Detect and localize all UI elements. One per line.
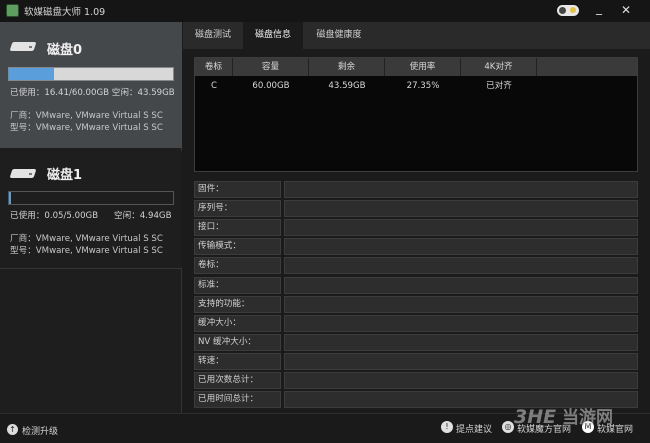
info-row: 支持的功能： [194,296,638,313]
info-label: 接口： [194,219,281,236]
partition-table: 卷标 容量 剩余 使用率 4K对齐 C 60.00GB 43.59GB 27.3… [194,57,638,172]
info-row: 转速： [194,353,638,370]
info-value [284,277,638,294]
info-value [284,353,638,370]
column-header[interactable]: 容量 [233,58,309,76]
hard-disk-icon [9,165,37,180]
info-value [284,181,638,198]
column-header[interactable]: 剩余 [309,58,385,76]
info-value [284,238,638,255]
theme-toggle[interactable] [557,5,579,16]
toggle-knob [559,7,566,14]
info-row: 固件： [194,181,638,198]
info-row: 已用次数总计： [194,372,638,389]
info-row: NV 缓冲大小： [194,334,638,351]
disk-usage-bar [8,67,174,81]
info-value [284,372,638,389]
table-row[interactable]: C 60.00GB 43.59GB 27.35% 已对齐 [195,78,637,94]
column-header[interactable]: 卷标 [195,58,233,76]
disk-sidebar: 磁盘0 已使用：16.41/60.00GB 空闲：43.59GB 厂商：VMwa… [0,22,182,413]
disk-item-1[interactable]: 磁盘1 已使用：0.05/5.00GB 空闲：4.94GB 厂商：VMware,… [0,151,182,269]
upload-arrow-icon[interactable]: ↑ [7,424,18,435]
info-row: 序列号： [194,200,638,217]
info-label: 已用次数总计： [194,372,281,389]
table-cell: 27.35% [406,81,440,91]
table-cell: 43.59GB [328,81,366,91]
minimize-button[interactable]: _ [592,2,606,17]
info-label: 转速： [194,353,281,370]
disk-model: 型号：VMware, VMware Virtual S SC [10,123,163,133]
disk-free-text: 空闲：4.94GB [114,211,172,221]
disk-usage-fill [9,68,54,80]
column-header[interactable]: 4K对齐 [461,58,537,76]
lightbulb-icon[interactable]: ! [441,421,453,433]
column-header[interactable]: 使用率 [385,58,461,76]
info-value [284,296,638,313]
app-logo-icon [6,4,19,17]
svg-text:当游网: 当游网 [562,407,613,428]
info-label: 卷标： [194,257,281,274]
app-title: 软媒磁盘大师 1.09 [24,7,106,18]
tab-bar: 磁盘测试 磁盘信息 磁盘健康度 [183,22,650,49]
disk-info-list: 固件： 序列号： 接口： 传输模式： 卷标： 标准： 支持的功能： 缓冲大小： NV 缓冲大小：… [194,181,638,409]
info-label: 序列号： [194,200,281,217]
info-label: 传输模式： [194,238,281,255]
info-value [284,334,638,351]
watermark-logo: 3HE 当游网 [514,406,613,428]
info-value [284,200,638,217]
svg-text:3HE: 3HE [514,406,556,428]
info-label: 支持的功能： [194,296,281,313]
disk-usage-text: 已使用：16.41/60.00GB 空闲：43.59GB [10,88,175,98]
disk-usage-text: 已使用：0.05/5.00GB [10,211,99,221]
disk-usage-bar [8,191,174,205]
disk-usage-fill [9,192,11,204]
table-header: 卷标 容量 剩余 使用率 4K对齐 [195,58,637,76]
info-label: 缓冲大小： [194,315,281,332]
tab-disk-info[interactable]: 磁盘信息 [243,22,303,49]
disk-item-0[interactable]: 磁盘0 已使用：16.41/60.00GB 空闲：43.59GB 厂商：VMwa… [0,22,182,148]
disk-vendor: 厂商：VMware, VMware Virtual S SC [10,234,163,244]
moon-icon [570,7,576,13]
check-update-link[interactable]: 检测升级 [22,424,58,437]
hard-disk-icon [9,38,37,53]
disk-vendor: 厂商：VMware, VMware Virtual S SC [10,111,163,121]
disk-model: 型号：VMware, VMware Virtual S SC [10,246,163,256]
disk-name: 磁盘0 [47,43,83,58]
info-label: 标准： [194,277,281,294]
tab-disk-health[interactable]: 磁盘健康度 [303,22,375,49]
table-cell: 已对齐 [486,81,512,91]
info-value [284,315,638,332]
info-label: 固件： [194,181,281,198]
tab-disk-test[interactable]: 磁盘测试 [183,22,243,49]
close-button[interactable]: ✕ [619,3,633,17]
info-label: NV 缓冲大小： [194,334,281,351]
table-cell: 60.00GB [252,81,290,91]
info-row: 传输模式： [194,238,638,255]
info-label: 已用时间总计： [194,391,281,408]
info-value [284,219,638,236]
disk-name: 磁盘1 [47,168,83,183]
info-value [284,257,638,274]
table-cell: C [210,81,217,91]
info-row: 缓冲大小： [194,315,638,332]
feedback-link[interactable]: 提点建议 [456,422,492,435]
info-row: 接口： [194,219,638,236]
info-row: 卷标： [194,257,638,274]
info-row: 标准： [194,277,638,294]
